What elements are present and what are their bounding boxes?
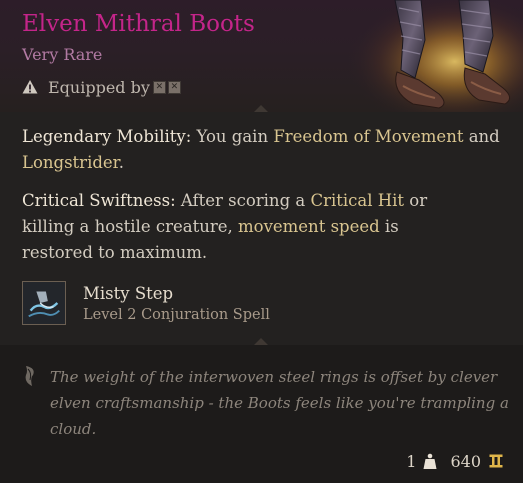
mithral-boots-art xyxy=(343,0,523,112)
equipped-status: Equipped by ✕ ✕ xyxy=(22,76,183,98)
passive-critical-swiftness: Critical Swiftness: After scoring a Crit… xyxy=(22,188,472,266)
passive-legendary-mobility: Legendary Mobility: You gain Freedom of … xyxy=(22,124,502,176)
keyword-link[interactable]: Critical Hit xyxy=(310,191,404,210)
quill-icon xyxy=(25,366,34,386)
flavor-section: The weight of the interwoven steel rings… xyxy=(0,345,523,440)
passive-text: After scoring a xyxy=(175,191,311,210)
keyword-link[interactable]: Longstrider xyxy=(22,153,119,172)
passive-name: Critical Swiftness: xyxy=(22,191,176,210)
divider-notch xyxy=(254,105,268,112)
item-stats: 1 640 xyxy=(406,450,503,472)
equipped-by-label: Equipped by xyxy=(48,77,150,97)
passive-name: Legendary Mobility: xyxy=(22,127,192,146)
spell-subtitle: Level 2 Conjuration Spell xyxy=(83,306,270,323)
passive-text: You gain xyxy=(191,127,274,146)
spell-name: Misty Step xyxy=(83,283,174,303)
keyword-link[interactable]: movement speed xyxy=(238,217,380,236)
character-portrait-icon[interactable]: ✕ xyxy=(167,80,181,94)
tooltip-footer: 1 640 xyxy=(0,440,523,483)
misty-step-icon[interactable] xyxy=(22,281,66,325)
warning-icon xyxy=(22,80,38,94)
item-tooltip: Elven Mithral Boots Very Rare Equipped b… xyxy=(0,0,523,483)
character-portrait-icon[interactable]: ✕ xyxy=(152,80,166,94)
item-name: Elven Mithral Boots xyxy=(22,11,255,37)
passive-text: . xyxy=(118,153,124,172)
gold-coin-icon xyxy=(489,454,503,468)
granted-spell[interactable]: Misty Step Level 2 Conjuration Spell xyxy=(22,278,270,328)
tooltip-header: Elven Mithral Boots Very Rare Equipped b… xyxy=(0,0,523,112)
weight-icon xyxy=(423,453,437,469)
item-value: 640 xyxy=(450,451,481,471)
flavor-text: The weight of the interwoven steel rings… xyxy=(50,368,509,438)
passive-text: and xyxy=(463,127,500,146)
divider-notch xyxy=(254,338,268,345)
item-weight: 1 xyxy=(406,451,417,471)
item-rarity: Very Rare xyxy=(22,45,103,64)
spell-info: Misty Step Level 2 Conjuration Spell xyxy=(83,284,270,323)
tooltip-body: Legendary Mobility: You gain Freedom of … xyxy=(0,112,523,345)
keyword-link[interactable]: Freedom of Movement xyxy=(273,127,463,146)
character-portraits[interactable]: ✕ ✕ xyxy=(152,80,183,94)
